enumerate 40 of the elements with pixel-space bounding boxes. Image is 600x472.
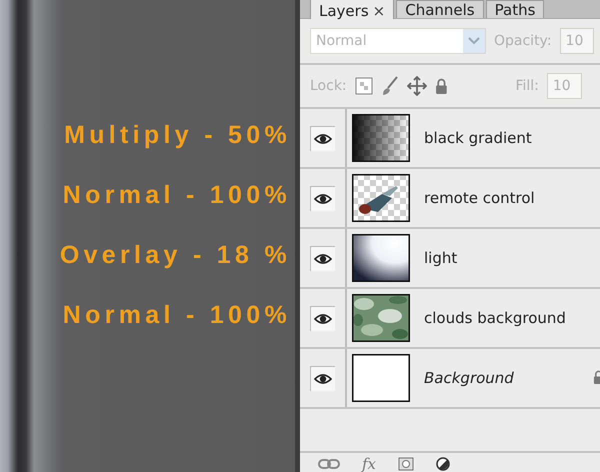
eye-icon	[314, 192, 332, 204]
layer-name: clouds background	[424, 309, 566, 327]
layer-row[interactable]: remote control	[300, 169, 600, 229]
layer-name: remote control	[424, 189, 535, 207]
blend-note: Overlay - 18 %	[60, 240, 291, 270]
layer-thumbnail	[352, 354, 410, 402]
checker-icon[interactable]	[354, 77, 373, 95]
eye-icon	[314, 252, 332, 264]
panel-tab[interactable]: Channels	[396, 0, 484, 18]
layer-thumbnail	[352, 114, 410, 162]
lock-label: Lock:	[310, 78, 347, 94]
layer-row[interactable]: light	[300, 229, 600, 289]
blend-note: Normal - 100%	[62, 180, 291, 210]
fill-label: Fill:	[515, 78, 539, 94]
eye-icon	[314, 132, 332, 144]
panel-tab[interactable]: Layers ×	[310, 0, 394, 19]
layer-row[interactable]: Background	[300, 349, 600, 409]
fx-button[interactable]: fx	[362, 454, 376, 472]
panel-tab[interactable]: Paths	[486, 0, 544, 18]
layer-thumbnail	[352, 234, 410, 282]
chevron-icon	[468, 37, 480, 45]
move-icon[interactable]	[406, 76, 427, 96]
layer-name: light	[424, 249, 458, 267]
half-circle-icon[interactable]	[436, 456, 450, 470]
eye-icon	[314, 372, 332, 384]
blend-note: Normal - 100%	[62, 300, 291, 330]
layer-row[interactable]: clouds background	[300, 289, 600, 349]
layer-thumbnail	[352, 174, 410, 222]
brush-icon[interactable]	[380, 76, 399, 96]
opacity-label: Opacity:	[494, 33, 552, 49]
eye-icon	[314, 312, 332, 324]
mask-icon[interactable]	[398, 456, 414, 470]
layer-thumbnail	[352, 294, 410, 342]
layer-row[interactable]: black gradient	[300, 109, 600, 169]
close-icon[interactable]: ×	[372, 3, 386, 19]
layer-name: Background	[424, 369, 514, 387]
link-icon[interactable]	[318, 458, 340, 470]
layer-name: black gradient	[424, 129, 532, 147]
lock-icon	[434, 78, 448, 94]
blend-note: Multiply - 50%	[64, 120, 291, 150]
